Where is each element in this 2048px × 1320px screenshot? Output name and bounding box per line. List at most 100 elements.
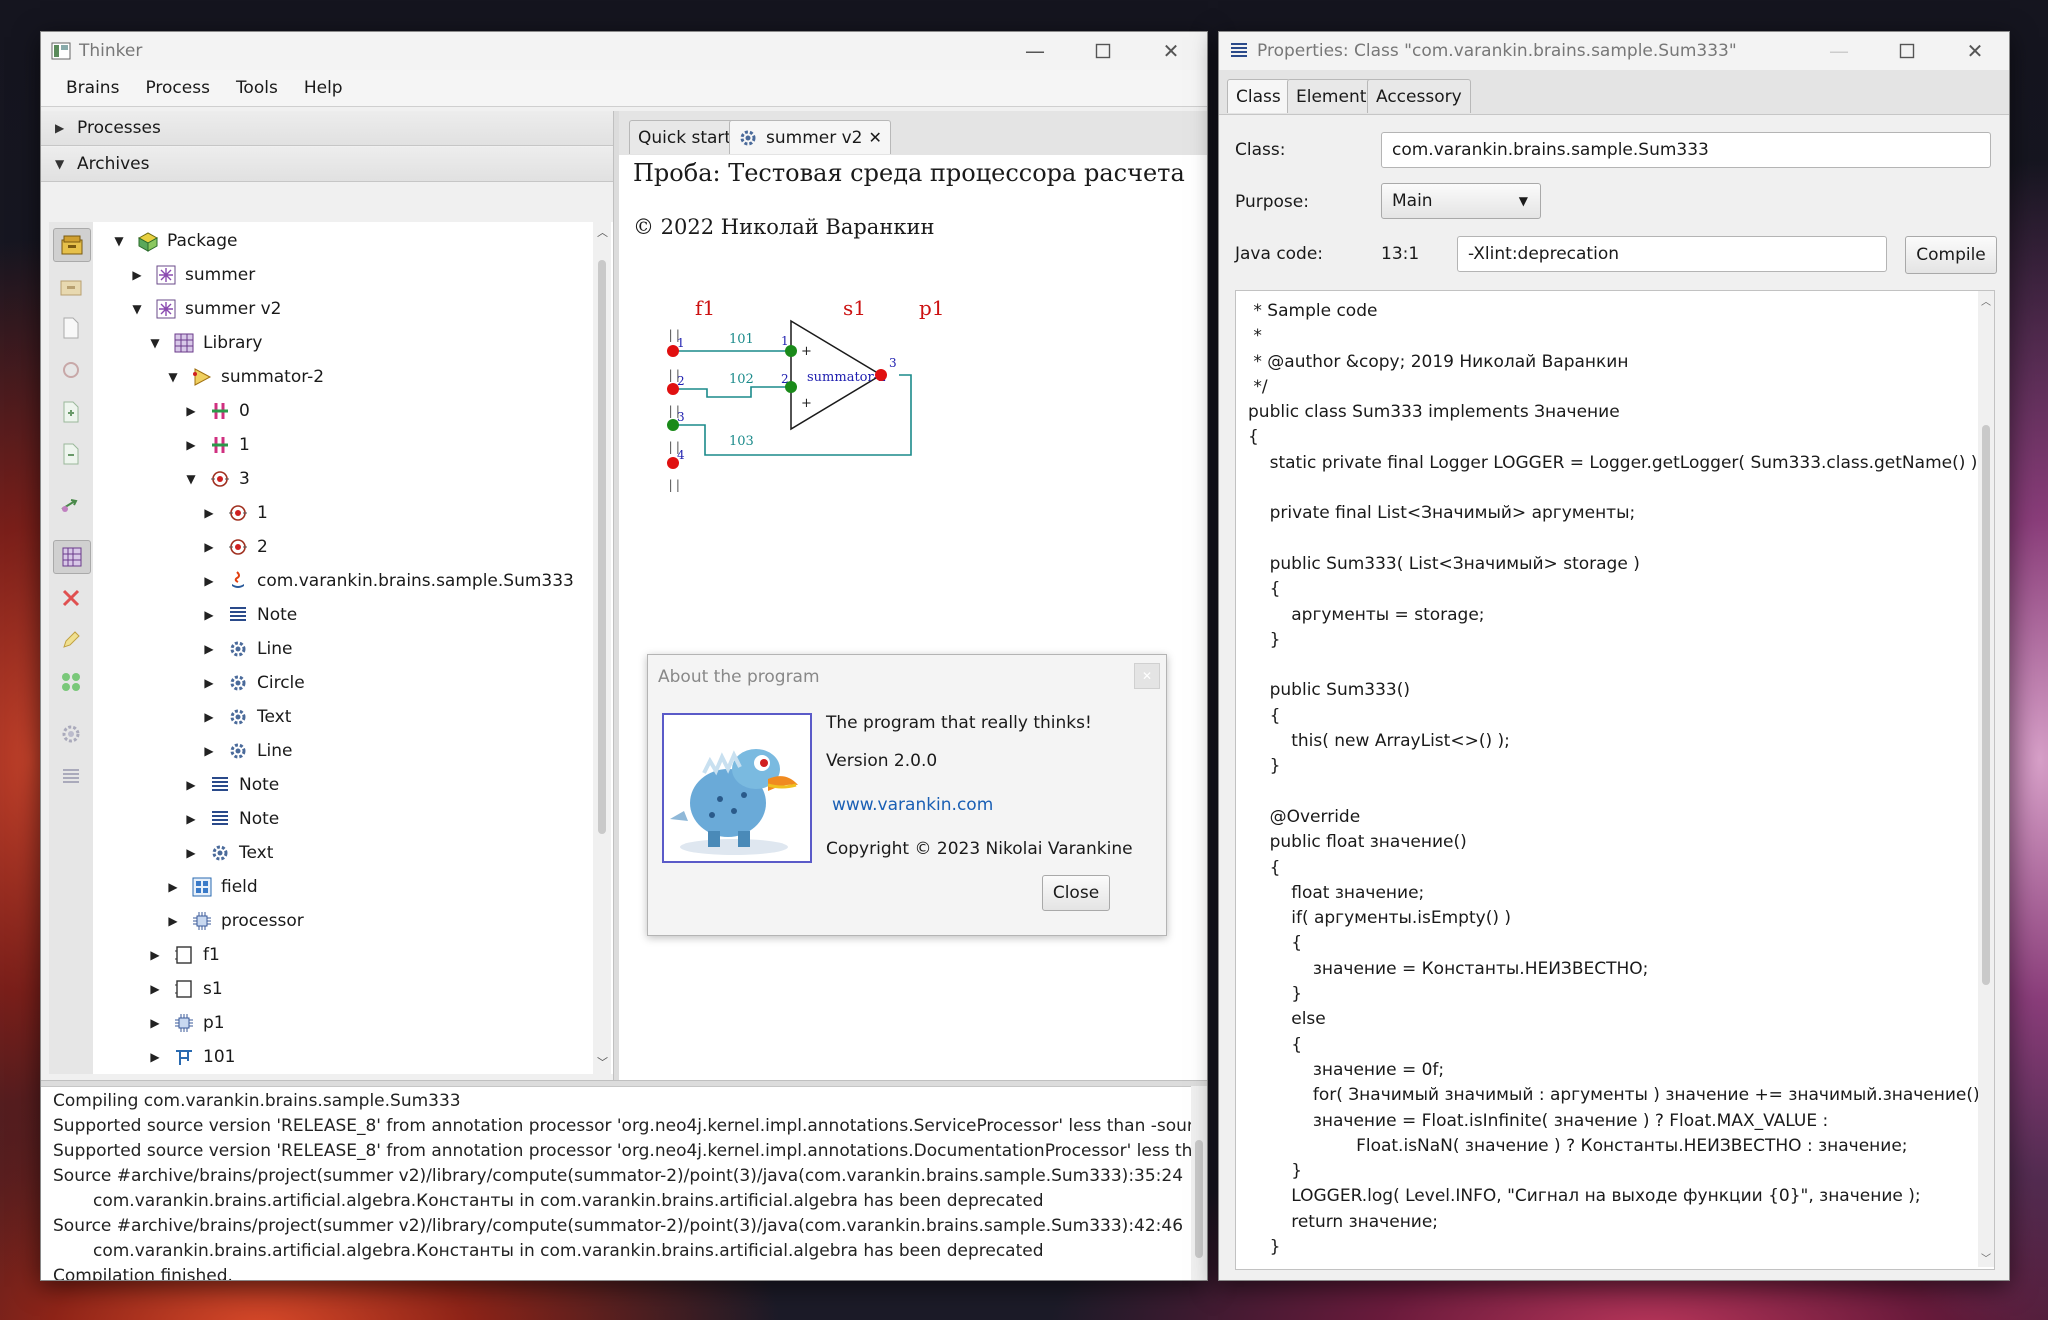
tree-scrollbar[interactable]: ︿ ﹀ <box>593 222 611 1074</box>
tree-node[interactable]: ▶ com.varankin.brains.sample.Sum333 <box>201 564 573 598</box>
properties-minimize-button[interactable]: — <box>1807 32 1871 70</box>
code-scrollbar[interactable]: ︿ ﹀ <box>1978 291 1994 1267</box>
close-window-button[interactable]: ✕ <box>1139 32 1203 70</box>
archive-button[interactable] <box>53 228 91 262</box>
tree-scroll-thumb[interactable] <box>598 260 606 834</box>
scroll-up-icon[interactable]: ︿ <box>597 224 608 240</box>
collapsed-arrow-icon[interactable]: ▶ <box>183 404 199 418</box>
code-scroll-up-icon[interactable]: ︿ <box>1981 293 1991 308</box>
minimize-button[interactable]: — <box>1003 32 1067 70</box>
tree-node[interactable]: ▼ summator-2 <box>165 360 324 394</box>
tree-node[interactable]: ▶ Note <box>183 768 279 802</box>
tree-node[interactable]: ▶ Text <box>183 836 273 870</box>
tree-node[interactable]: ▶ 0 <box>183 394 249 428</box>
collapsed-arrow-icon[interactable]: ▶ <box>201 642 217 656</box>
code-scroll-thumb[interactable] <box>1982 425 1990 985</box>
scroll-down-icon[interactable]: ﹀ <box>597 1054 608 1070</box>
collapsed-arrow-icon[interactable]: ▶ <box>147 982 163 996</box>
document-button[interactable] <box>53 312 89 344</box>
collapsed-arrow-icon[interactable]: ▶ <box>201 574 217 588</box>
tree-node[interactable]: ▶ 101 <box>147 1040 235 1074</box>
shapes-button[interactable] <box>53 666 89 698</box>
tree-node[interactable]: ▶ Line <box>201 734 292 768</box>
pin-s1-in-1[interactable] <box>785 345 797 357</box>
tree-node[interactable]: ▼ 3 <box>183 462 249 496</box>
delete-button[interactable] <box>53 582 89 614</box>
tab-quick-start[interactable]: Quick start <box>629 120 741 154</box>
menu-process[interactable]: Process <box>145 78 210 98</box>
pin-f1-3[interactable] <box>667 419 679 431</box>
tab-summer-v2[interactable]: summer v2 ✕ <box>729 120 891 154</box>
collapsed-arrow-icon[interactable]: ▶ <box>201 710 217 724</box>
tree-node[interactable]: ▼ Package <box>111 224 237 258</box>
accordion-archives[interactable]: ▼ Archives <box>41 147 619 182</box>
collapsed-arrow-icon[interactable]: ▶ <box>165 914 181 928</box>
expanded-arrow-icon[interactable]: ▼ <box>129 302 145 316</box>
menu-brains[interactable]: Brains <box>66 78 119 98</box>
tree-node[interactable]: ▶ 2 <box>201 530 267 564</box>
tree-node[interactable]: ▶ summer <box>129 258 255 292</box>
tree-node[interactable]: ▶ processor <box>165 904 303 938</box>
import-button[interactable] <box>53 438 89 470</box>
collapsed-arrow-icon[interactable]: ▶ <box>201 506 217 520</box>
list-button[interactable] <box>53 760 89 792</box>
compiler-options-field[interactable]: -Xlint:deprecation <box>1457 236 1887 272</box>
tab-close-icon[interactable]: ✕ <box>868 128 881 147</box>
console-vscrollbar[interactable] <box>1191 1086 1207 1280</box>
menu-help[interactable]: Help <box>304 78 343 98</box>
tree-node[interactable]: ▶ f1 <box>147 938 219 972</box>
tree-node[interactable]: ▶ Circle <box>201 666 304 700</box>
tree-node[interactable]: ▶ p1 <box>147 1006 224 1040</box>
about-website-link[interactable]: www.varankin.com <box>832 795 993 815</box>
tab-class[interactable]: Class <box>1227 79 1290 113</box>
tree-node[interactable]: ▶ field <box>165 870 257 904</box>
expanded-arrow-icon[interactable]: ▼ <box>165 370 181 384</box>
compile-button[interactable]: Compile <box>1905 236 1997 274</box>
about-dialog-close-icon[interactable]: ✕ <box>1134 663 1160 689</box>
collapsed-arrow-icon[interactable]: ▶ <box>147 1016 163 1030</box>
tree-node[interactable]: ▶ 1 <box>201 496 267 530</box>
pin-f1-1[interactable] <box>667 345 679 357</box>
pin-f1-4[interactable] <box>667 457 679 469</box>
collapsed-arrow-icon[interactable]: ▶ <box>183 812 199 826</box>
tree-node[interactable]: ▶ s1 <box>147 972 222 1006</box>
tree-node[interactable]: ▼ summer v2 <box>129 292 281 326</box>
collapsed-arrow-icon[interactable]: ▶ <box>165 880 181 894</box>
library-button[interactable] <box>53 540 91 574</box>
pin-f1-2[interactable] <box>667 383 679 395</box>
export-button[interactable] <box>53 396 89 428</box>
collapsed-arrow-icon[interactable]: ▶ <box>147 1050 163 1064</box>
pin-s1-in-2[interactable] <box>785 381 797 393</box>
collapsed-arrow-icon[interactable]: ▶ <box>183 778 199 792</box>
about-close-button[interactable]: Close <box>1042 875 1110 911</box>
archive-open-button[interactable] <box>53 270 89 302</box>
purpose-select[interactable]: Main ▼ <box>1381 183 1541 219</box>
tree-node[interactable]: ▶ Line <box>201 632 292 666</box>
code-editor[interactable]: * Sample code * * @author &copy; 2019 Ни… <box>1235 290 1995 1270</box>
properties-maximize-button[interactable] <box>1875 32 1939 70</box>
tree-node[interactable]: ▼ Library <box>147 326 262 360</box>
console-vscroll-thumb[interactable] <box>1195 1140 1203 1258</box>
tree-node[interactable]: ▶ 1 <box>183 428 249 462</box>
expanded-arrow-icon[interactable]: ▼ <box>111 234 127 248</box>
collapsed-arrow-icon[interactable]: ▶ <box>147 948 163 962</box>
collapsed-arrow-icon[interactable]: ▶ <box>183 846 199 860</box>
class-field[interactable]: com.varankin.brains.sample.Sum333 <box>1381 132 1991 168</box>
collapsed-arrow-icon[interactable]: ▶ <box>201 744 217 758</box>
expanded-arrow-icon[interactable]: ▼ <box>147 336 163 350</box>
arrow-button[interactable] <box>53 490 89 522</box>
collapsed-arrow-icon[interactable]: ▶ <box>129 268 145 282</box>
collapsed-arrow-icon[interactable]: ▶ <box>183 438 199 452</box>
tab-accessory[interactable]: Accessory <box>1367 79 1471 113</box>
accordion-processes[interactable]: ▶ Processes <box>41 111 619 146</box>
menu-tools[interactable]: Tools <box>236 78 278 98</box>
collapsed-arrow-icon[interactable]: ▶ <box>201 608 217 622</box>
maximize-button[interactable] <box>1071 32 1135 70</box>
pin-s1-out-3[interactable] <box>875 369 887 381</box>
tree-node[interactable]: ▶ Note <box>183 802 279 836</box>
tree-node[interactable]: ▶ Text <box>201 700 291 734</box>
gear-button[interactable] <box>53 718 89 750</box>
tree-node[interactable]: ▶ Note <box>201 598 297 632</box>
collapsed-arrow-icon[interactable]: ▶ <box>201 676 217 690</box>
tab-element[interactable]: Element <box>1287 79 1376 113</box>
